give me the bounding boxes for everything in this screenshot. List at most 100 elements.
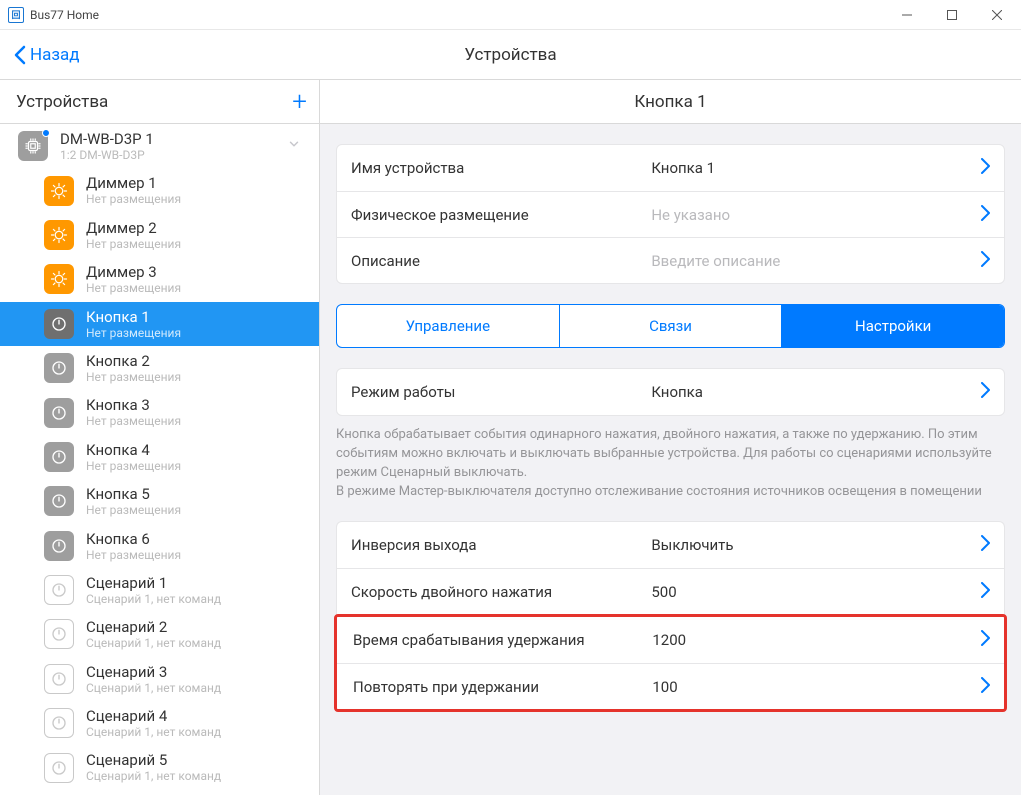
device-item-name: Кнопка 1 xyxy=(86,308,307,326)
tab-links[interactable]: Связи xyxy=(559,305,782,347)
device-item[interactable]: Диммер 2Нет размещения xyxy=(0,213,319,257)
tabs: Управление Связи Настройки xyxy=(336,304,1005,348)
row-description[interactable]: Описание Введите описание xyxy=(337,237,1004,283)
row-placement[interactable]: Физическое размещение Не указано xyxy=(337,191,1004,237)
dimmer-icon xyxy=(44,176,74,206)
device-item-name: Диммер 1 xyxy=(86,174,307,192)
device-item[interactable]: Сценарий 1Сценарий 1, нет команд xyxy=(0,568,319,612)
window-title: Bus77 Home xyxy=(30,8,99,22)
device-item[interactable]: Кнопка 4Нет размещения xyxy=(0,435,319,479)
device-item[interactable]: Кнопка 1Нет размещения xyxy=(0,302,319,346)
device-list: DM-WB-D3P 1 1:2 DM-WB-D3P Диммер 1Нет ра… xyxy=(0,124,319,795)
row-device-name[interactable]: Имя устройства Кнопка 1 xyxy=(337,145,1004,191)
device-item-sub: Сценарий 1, нет команд xyxy=(86,681,307,695)
device-item-sub: Нет размещения xyxy=(86,192,307,206)
chevron-right-icon xyxy=(981,582,990,602)
minimize-button[interactable] xyxy=(884,0,929,30)
device-group[interactable]: DM-WB-D3P 1 1:2 DM-WB-D3P xyxy=(0,124,319,168)
chevron-right-icon xyxy=(981,630,990,650)
button-icon xyxy=(44,442,74,472)
device-item[interactable]: Сценарий 3Сценарий 1, нет команд xyxy=(0,657,319,701)
add-device-button[interactable]: + xyxy=(292,89,307,115)
chevron-right-icon xyxy=(981,382,990,402)
device-group-name: DM-WB-D3P 1 xyxy=(60,130,287,148)
device-item-sub: Нет размещения xyxy=(86,237,307,251)
device-item-name: Сценарий 5 xyxy=(86,751,307,769)
device-item-name: Диммер 3 xyxy=(86,263,307,281)
maximize-button[interactable] xyxy=(929,0,974,30)
dimmer-icon xyxy=(44,264,74,294)
device-item[interactable]: Сценарий 2Сценарий 1, нет команд xyxy=(0,612,319,656)
app-icon: 回 xyxy=(8,7,24,23)
sidebar: Устройства + DM-WB-D3P 1 1:2 DM-WB-D3P Д… xyxy=(0,80,320,795)
button-icon xyxy=(44,486,74,516)
device-item-sub: Сценарий 1, нет команд xyxy=(86,592,307,606)
button-icon xyxy=(44,353,74,383)
device-item[interactable]: Сценарий 5Сценарий 1, нет команд xyxy=(0,745,319,789)
device-item[interactable]: Кнопка 6Нет размещения xyxy=(0,524,319,568)
detail-pane: Кнопка 1 Имя устройства Кнопка 1 Физичес… xyxy=(320,80,1021,795)
close-button[interactable] xyxy=(974,0,1019,30)
tab-settings[interactable]: Настройки xyxy=(781,305,1004,347)
page-title: Устройства xyxy=(464,45,556,65)
highlighted-settings: Время срабатывания удержания 1200 Повтор… xyxy=(334,614,1007,712)
script-icon xyxy=(44,619,74,649)
button-icon xyxy=(44,531,74,561)
row-repeat-hold[interactable]: Повторять при удержании 100 xyxy=(337,663,1004,709)
device-item-name: Кнопка 2 xyxy=(86,352,307,370)
device-item-sub: Нет размещения xyxy=(86,414,307,428)
script-icon xyxy=(44,664,74,694)
device-item-name: Сценарий 2 xyxy=(86,618,307,636)
sidebar-title: Устройства xyxy=(16,92,108,112)
back-label: Назад xyxy=(30,45,80,65)
row-hold-time[interactable]: Время срабатывания удержания 1200 xyxy=(337,617,1004,663)
button-icon xyxy=(44,398,74,428)
window-titlebar: 回 Bus77 Home xyxy=(0,0,1021,30)
device-item-name: Кнопка 5 xyxy=(86,485,307,503)
chevron-right-icon xyxy=(981,158,990,178)
button-icon xyxy=(44,309,74,339)
chip-icon xyxy=(18,131,48,161)
tab-control[interactable]: Управление xyxy=(337,305,559,347)
detail-title: Кнопка 1 xyxy=(320,80,1021,124)
chevron-right-icon xyxy=(981,251,990,271)
device-group-sub: 1:2 DM-WB-D3P xyxy=(60,148,287,162)
status-dot-icon xyxy=(42,129,50,137)
device-item[interactable]: Кнопка 2Нет размещения xyxy=(0,346,319,390)
chevron-down-icon xyxy=(287,137,301,155)
script-icon xyxy=(44,575,74,605)
row-double-speed[interactable]: Скорость двойного нажатия 500 xyxy=(337,568,1004,614)
device-item-name: Диммер 2 xyxy=(86,219,307,237)
device-item-sub: Сценарий 1, нет команд xyxy=(86,725,307,739)
device-item-sub: Нет размещения xyxy=(86,281,307,295)
row-mode[interactable]: Режим работы Кнопка xyxy=(337,369,1004,415)
dimmer-icon xyxy=(44,220,74,250)
device-item-sub: Нет размещения xyxy=(86,370,307,384)
device-item-name: Сценарий 3 xyxy=(86,663,307,681)
device-item[interactable]: Кнопка 3Нет размещения xyxy=(0,390,319,434)
row-inversion[interactable]: Инверсия выхода Выключить xyxy=(337,522,1004,568)
mode-info-text: Кнопка обрабатывает события одинарного н… xyxy=(336,426,1005,501)
device-item-sub: Сценарий 1, нет команд xyxy=(86,769,307,783)
device-item[interactable]: Сценарий 4Сценарий 1, нет команд xyxy=(0,701,319,745)
device-item-sub: Нет размещения xyxy=(86,459,307,473)
device-item-sub: Нет размещения xyxy=(86,503,307,517)
device-item-name: Кнопка 6 xyxy=(86,530,307,548)
device-item-name: Кнопка 4 xyxy=(86,441,307,459)
chevron-right-icon xyxy=(981,205,990,225)
device-item-name: Сценарий 4 xyxy=(86,707,307,725)
device-item-sub: Нет размещения xyxy=(86,326,307,340)
device-item[interactable]: Кнопка 5Нет размещения xyxy=(0,479,319,523)
device-item[interactable]: Диммер 3Нет размещения xyxy=(0,257,319,301)
chevron-right-icon xyxy=(981,535,990,555)
back-button[interactable]: Назад xyxy=(0,45,94,65)
device-item-name: Сценарий 1 xyxy=(86,574,307,592)
script-icon xyxy=(44,753,74,783)
device-item-sub: Нет размещения xyxy=(86,548,307,562)
device-item-sub: Сценарий 1, нет команд xyxy=(86,636,307,650)
chevron-right-icon xyxy=(981,677,990,697)
device-item[interactable]: Диммер 1Нет размещения xyxy=(0,168,319,212)
script-icon xyxy=(44,708,74,738)
device-item-name: Кнопка 3 xyxy=(86,396,307,414)
navbar: Назад Устройства xyxy=(0,30,1021,80)
